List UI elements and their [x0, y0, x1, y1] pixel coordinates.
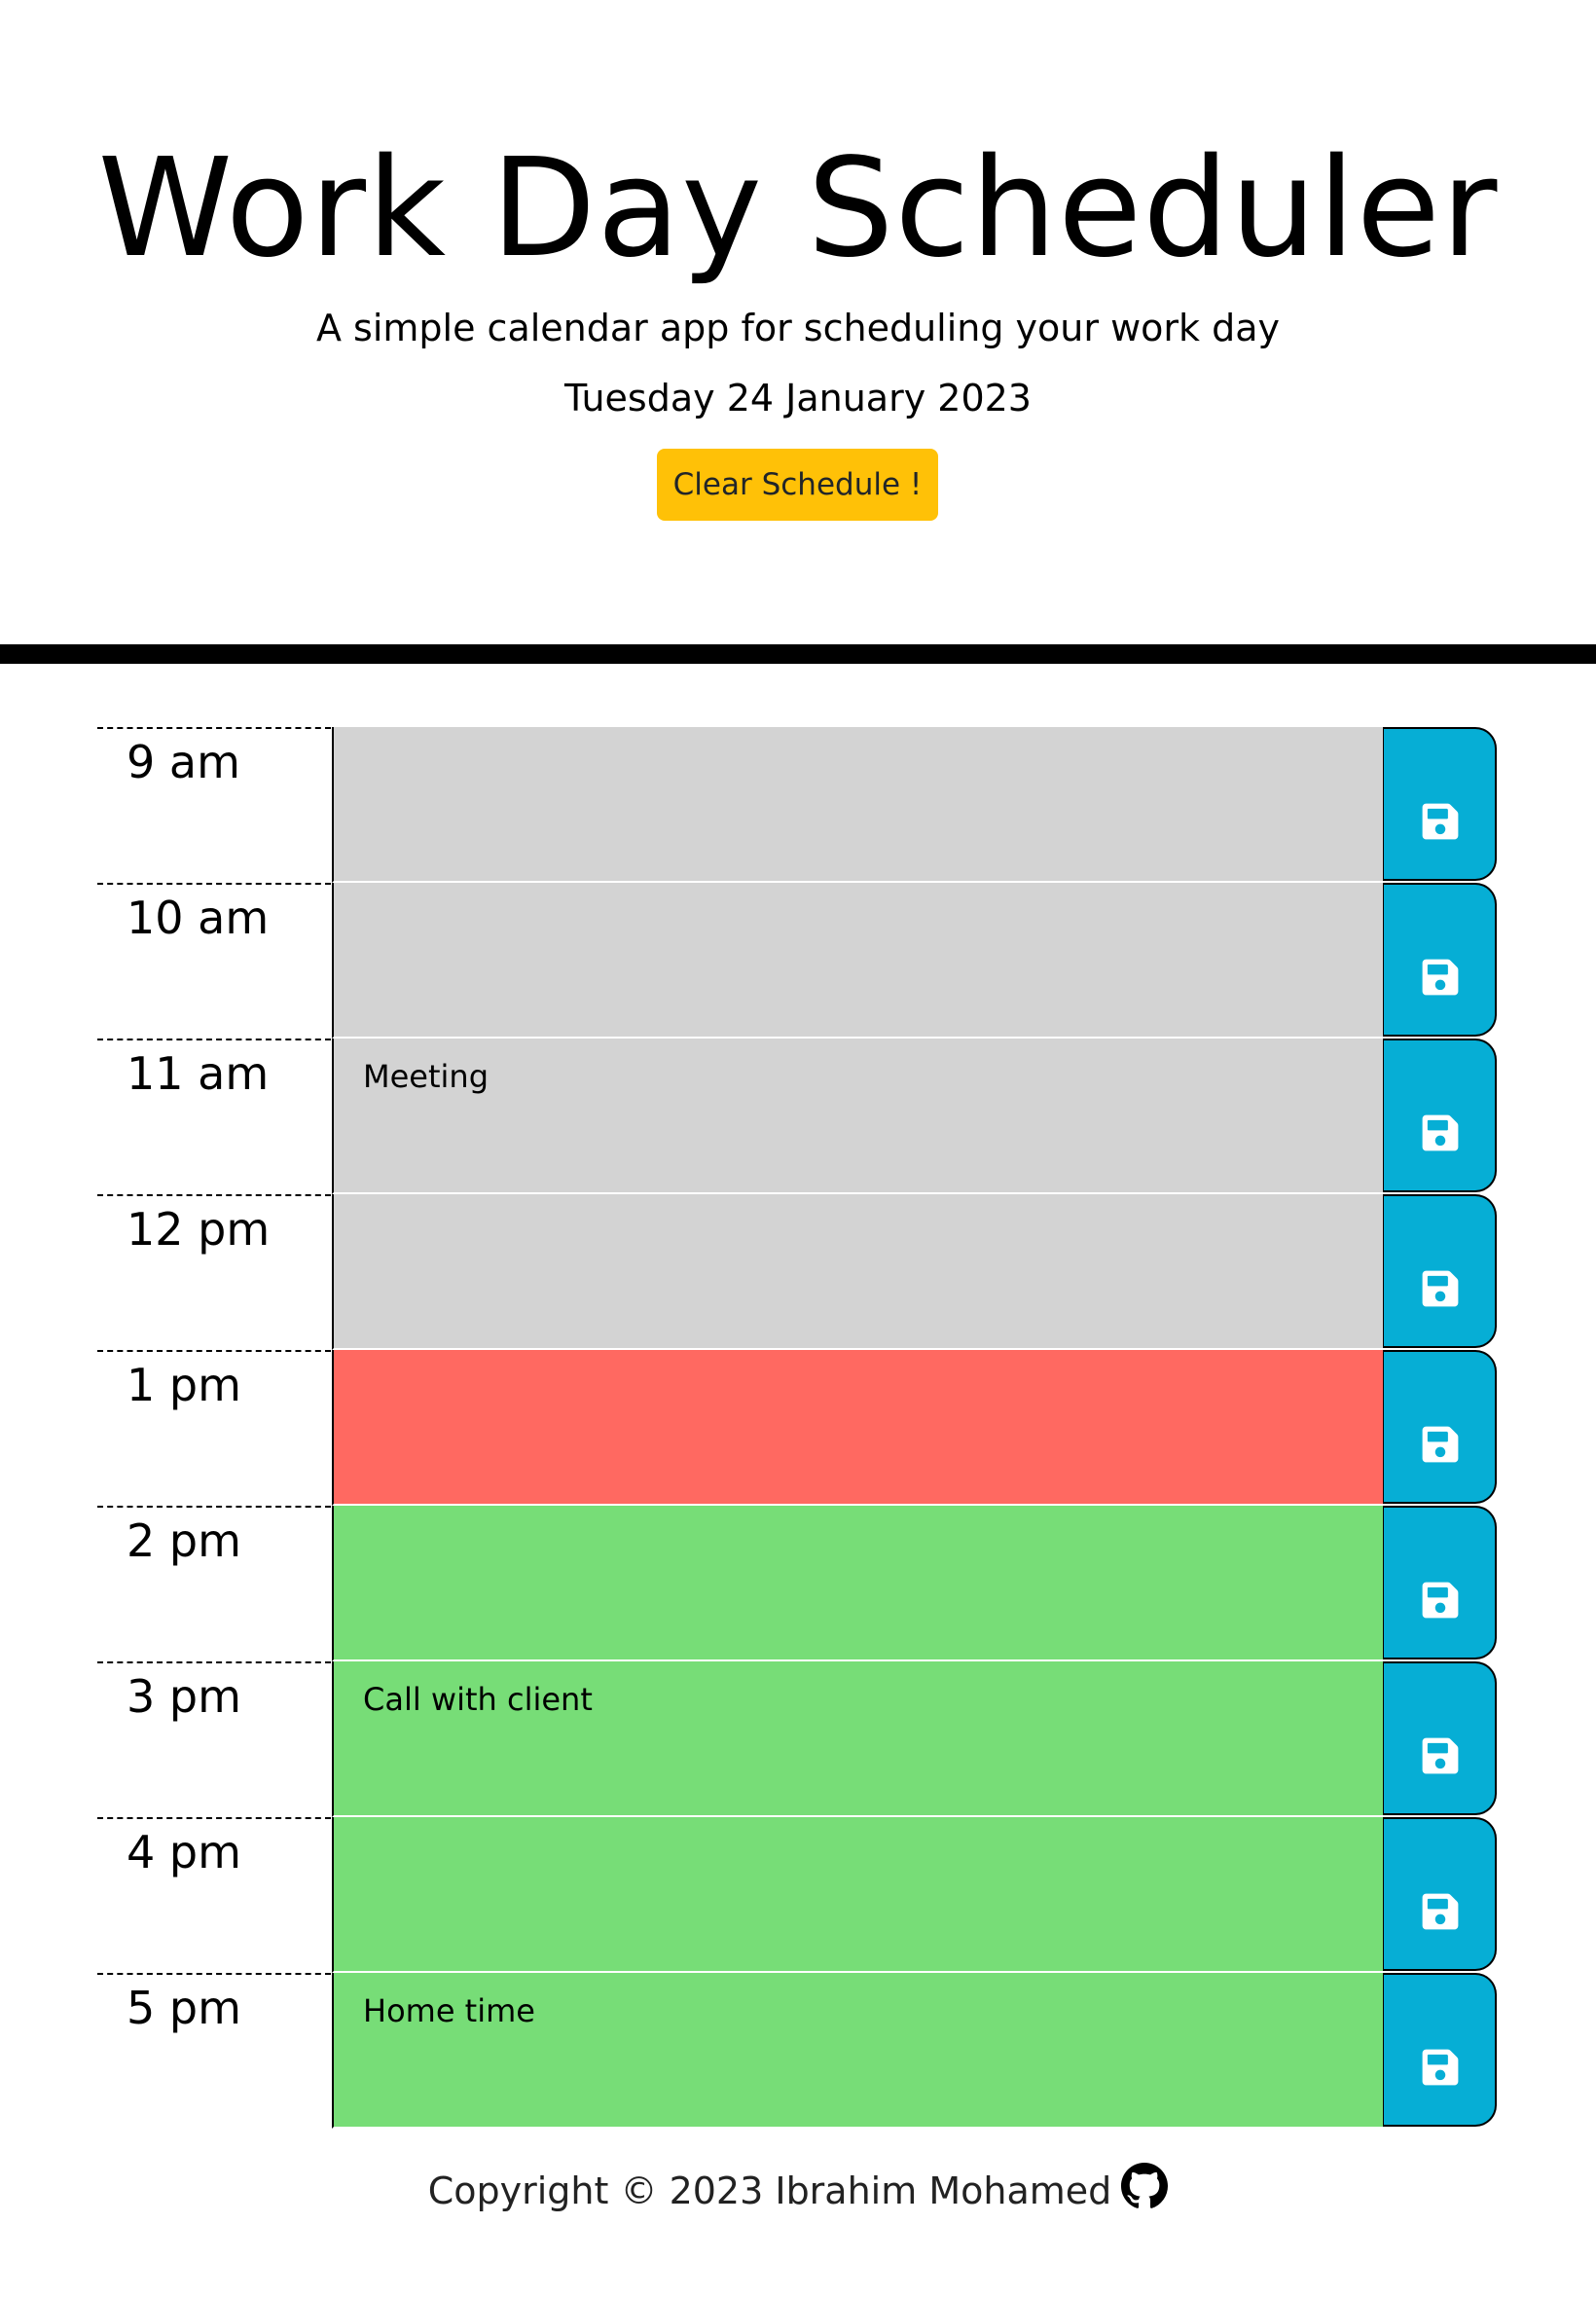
event-description-input[interactable] — [332, 727, 1383, 883]
event-description-input[interactable]: Call with client — [332, 1661, 1383, 1817]
floppy-disk-icon — [1422, 1114, 1459, 1151]
time-block-row: 4 pm — [0, 1817, 1596, 1973]
github-icon[interactable] — [1121, 2163, 1169, 2209]
hour-label: 1 pm — [97, 1350, 331, 1506]
floppy-disk-icon — [1422, 1270, 1459, 1307]
hour-label: 4 pm — [97, 1817, 331, 1973]
time-block-row: 11 am Meeting — [0, 1039, 1596, 1194]
event-description-input[interactable] — [332, 1506, 1383, 1661]
time-block-row: 12 pm — [0, 1194, 1596, 1350]
floppy-disk-icon — [1422, 803, 1459, 840]
save-button[interactable] — [1383, 1039, 1497, 1192]
floppy-disk-icon — [1422, 2049, 1459, 2086]
time-block-row: 2 pm — [0, 1506, 1596, 1661]
save-button[interactable] — [1383, 1194, 1497, 1348]
save-button[interactable] — [1383, 727, 1497, 881]
hour-label: 9 am — [97, 727, 331, 883]
floppy-disk-icon — [1422, 959, 1459, 996]
time-block-row: 9 am — [0, 727, 1596, 883]
save-button[interactable] — [1383, 1817, 1497, 1971]
page-header: Work Day Scheduler A simple calendar app… — [0, 0, 1596, 644]
event-description-input[interactable] — [332, 1350, 1383, 1506]
floppy-disk-icon — [1422, 1582, 1459, 1619]
page-subtitle: A simple calendar app for scheduling you… — [315, 307, 1281, 349]
save-button[interactable] — [1383, 1506, 1497, 1659]
hour-label: 10 am — [97, 883, 331, 1039]
save-button[interactable] — [1383, 1350, 1497, 1504]
hour-label: 12 pm — [97, 1194, 331, 1350]
page-footer: Copyright © 2023 Ibrahim Mohamed — [0, 2163, 1596, 2218]
time-block-row: 5 pm Home time — [0, 1973, 1596, 2129]
hour-label: 11 am — [97, 1039, 331, 1194]
time-block-row: 10 am — [0, 883, 1596, 1039]
event-description-input[interactable]: Meeting — [332, 1039, 1383, 1194]
header-divider — [0, 644, 1596, 664]
time-block-row: 1 pm — [0, 1350, 1596, 1506]
save-button[interactable] — [1383, 1661, 1497, 1815]
event-description-input[interactable] — [332, 1817, 1383, 1973]
clear-schedule-button[interactable]: Clear Schedule ! — [657, 449, 938, 521]
floppy-disk-icon — [1422, 1893, 1459, 1930]
floppy-disk-icon — [1422, 1737, 1459, 1774]
hour-label: 3 pm — [97, 1661, 331, 1817]
copyright-text: Copyright © 2023 Ibrahim Mohamed — [427, 2169, 1112, 2212]
save-button[interactable] — [1383, 1973, 1497, 2127]
event-description-input[interactable] — [332, 883, 1383, 1039]
event-description-input[interactable] — [332, 1194, 1383, 1350]
save-button[interactable] — [1383, 883, 1497, 1037]
event-description-input[interactable]: Home time — [332, 1973, 1383, 2129]
current-date: Tuesday 24 January 2023 — [564, 377, 1032, 419]
time-block-row: 3 pm Call with client — [0, 1661, 1596, 1817]
hour-label: 5 pm — [97, 1973, 331, 2129]
hour-label: 2 pm — [97, 1506, 331, 1661]
page-title: Work Day Scheduler — [97, 129, 1499, 288]
floppy-disk-icon — [1422, 1426, 1459, 1463]
